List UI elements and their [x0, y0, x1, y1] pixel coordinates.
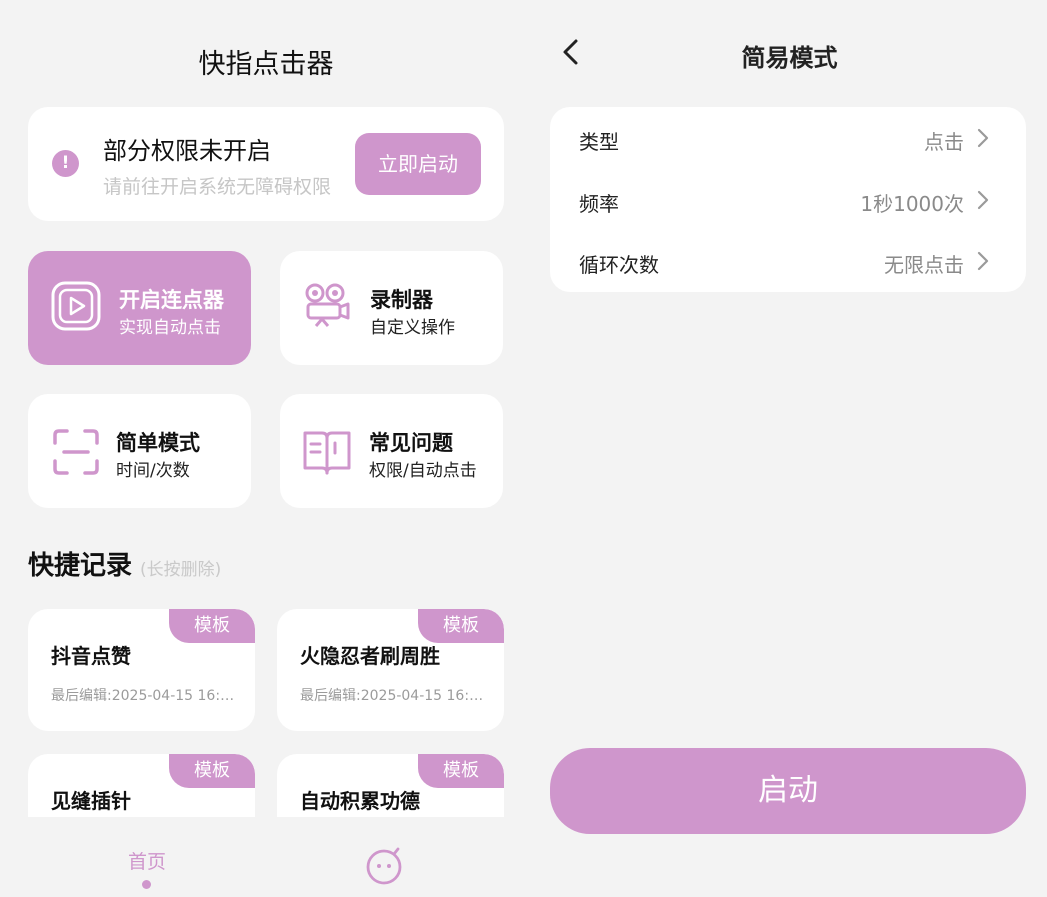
setting-label: 类型	[579, 130, 619, 154]
record-title: 自动积累功德	[300, 789, 420, 813]
tile-subtitle: 权限/自动点击	[369, 461, 477, 481]
permission-title: 部分权限未开启	[103, 137, 271, 165]
tile-subtitle: 时间/次数	[116, 461, 190, 481]
record-card[interactable]: 模板 见缝插针	[28, 754, 255, 817]
page-title: 简易模式	[741, 44, 838, 72]
setting-row-type[interactable]: 类型 点击	[550, 107, 1026, 169]
enable-permission-button[interactable]: 立即启动	[355, 133, 481, 195]
tile-title: 录制器	[370, 288, 433, 312]
template-badge: 模板	[169, 609, 255, 643]
face-icon[interactable]	[365, 846, 405, 886]
tile-title: 简单模式	[116, 431, 200, 455]
settings-card: 类型 点击 频率 1秒1000次 循环次数 无限点击	[550, 107, 1026, 292]
setting-value: 1秒1000次	[860, 192, 964, 216]
nav-active-indicator	[142, 880, 151, 889]
tile-start-clicker[interactable]: 开启连点器 实现自动点击	[28, 251, 251, 365]
record-title: 见缝插针	[51, 789, 131, 813]
nav-home[interactable]: 首页	[107, 847, 187, 874]
setting-row-loop-count[interactable]: 循环次数 无限点击	[550, 231, 1026, 292]
chevron-right-icon	[977, 190, 989, 210]
record-time: 最后编辑:2025-04-15 16:1...	[300, 688, 490, 704]
setting-value: 无限点击	[884, 253, 964, 277]
template-badge: 模板	[169, 754, 255, 788]
app-title: 快指点击器	[198, 49, 334, 80]
records-hint: (长按删除)	[140, 560, 222, 580]
start-button[interactable]: 启动	[550, 748, 1026, 834]
tile-recorder[interactable]: 录制器 自定义操作	[280, 251, 503, 365]
bottom-nav	[0, 818, 532, 897]
camera-icon	[305, 283, 350, 327]
setting-label: 频率	[579, 192, 619, 216]
setting-row-frequency[interactable]: 频率 1秒1000次	[550, 169, 1026, 231]
record-card[interactable]: 模板 火隐忍者刷周胜 最后编辑:2025-04-15 16:1...	[277, 609, 504, 731]
permission-subtitle: 请前往开启系统无障碍权限	[103, 176, 332, 198]
tile-subtitle: 实现自动点击	[119, 318, 221, 338]
chevron-right-icon	[977, 128, 989, 148]
book-icon	[303, 431, 351, 475]
tile-title: 开启连点器	[119, 288, 224, 312]
tile-simple-mode[interactable]: 简单模式 时间/次数	[28, 394, 251, 508]
tile-subtitle: 自定义操作	[370, 318, 455, 338]
tile-title: 常见问题	[369, 431, 453, 455]
warning-icon: !	[52, 150, 79, 177]
template-badge: 模板	[418, 609, 504, 643]
record-time: 最后编辑:2025-04-15 16:1...	[51, 688, 241, 704]
record-card[interactable]: 模板 自动积累功德	[277, 754, 504, 817]
record-card[interactable]: 模板 抖音点赞 最后编辑:2025-04-15 16:1...	[28, 609, 255, 731]
play-icon	[51, 281, 101, 331]
record-title: 抖音点赞	[51, 644, 131, 668]
tile-faq[interactable]: 常见问题 权限/自动点击	[280, 394, 503, 508]
chevron-right-icon	[977, 251, 989, 271]
scan-frame-icon	[53, 429, 99, 475]
setting-label: 循环次数	[579, 253, 659, 277]
template-badge: 模板	[418, 754, 504, 788]
record-title: 火隐忍者刷周胜	[300, 644, 440, 668]
records-title: 快捷记录	[28, 551, 133, 581]
setting-value: 点击	[924, 130, 964, 154]
